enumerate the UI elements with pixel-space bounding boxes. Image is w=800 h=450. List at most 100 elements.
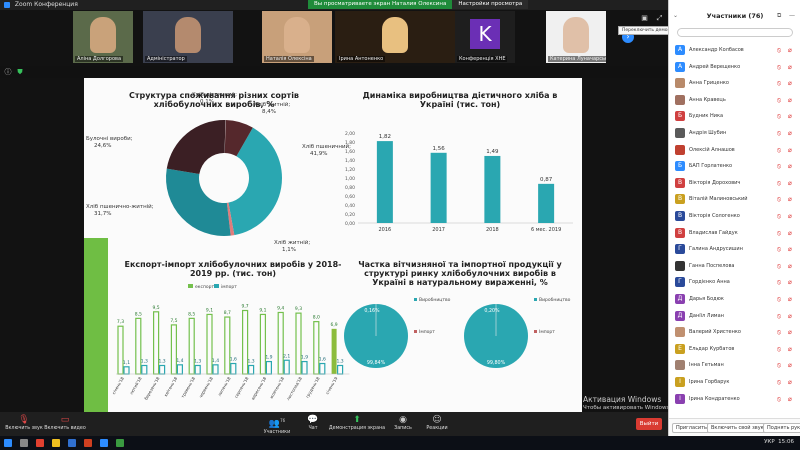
leave-meeting-button[interactable]: Выйти [636,418,662,430]
export-value-label: 8,5 [188,311,195,317]
participant-avatar [675,260,685,271]
participant-row[interactable]: В Вікторія Дорохович ⦸ ⌀ [669,175,800,192]
video-off-icon: ⌀ [788,278,792,287]
search-icon[interactable] [20,439,28,447]
video-tile[interactable]: Наталія Олексіна [262,11,332,63]
popout-panel-icon[interactable]: ⧉ [777,12,781,20]
diet-bread-bar-chart: 0,00 0,20 0,40 0,60 0,80 1,00 1,20 1,40 1,60 1,80… [345,131,573,233]
participant-row[interactable]: Е Ельдар Курбатов ⦸ ⌀ [669,341,800,358]
participant-name: Ірина Горбарук [689,379,730,385]
share-screen-button[interactable]: ⬆ Демонстрация экрана [328,415,386,431]
fullscreen-icon[interactable]: ⤢ [655,14,664,23]
mic-muted-icon: ⦸ [776,62,782,71]
video-tile[interactable]: K Конференція ХНЕ [455,11,515,63]
video-strip: Аліна Долгорова Адміністратор Наталія Олек… [0,10,668,66]
meeting-status-row: ⓘ ⛊ [0,66,668,78]
participant-row[interactable]: В Вікторія Сологенко ⦸ ⌀ [669,208,800,225]
mic-muted-icon: ⦸ [776,245,782,254]
powerpoint-icon[interactable] [84,439,92,447]
video-tile[interactable]: Аліна Долгорова [73,11,133,63]
participant-row[interactable]: І Ірина Горбарук ⦸ ⌀ [669,374,800,391]
presentation-slide: Структура споживання різних сортів хлібо… [84,78,582,412]
participants-button[interactable]: 👥76 Участники [262,415,292,435]
unmute-self-button[interactable]: Включить свой звук [707,423,768,433]
participant-row[interactable]: В Владислав Гайдук ⦸ ⌀ [669,225,800,242]
video-tile[interactable]: Адміністратор [143,11,233,63]
participant-row[interactable]: Г Галина Андрусишин ⦸ ⌀ [669,241,800,258]
participant-avatar [675,78,685,89]
participant-row[interactable]: А Александр Колбасов ⦸ ⌀ [669,42,800,59]
unmute-button[interactable]: 🎙 Включить звук [4,415,44,431]
participant-avatar: Б [675,161,685,172]
slide-accent-bar [84,238,108,412]
participant-row[interactable]: Ганна Поспелова ⦸ ⌀ [669,258,800,275]
excel-icon[interactable] [116,439,124,447]
bar [538,183,555,223]
start-video-button[interactable]: ▭ Включить видео [44,415,86,431]
participant-row[interactable]: Анна Гриценко ⦸ ⌀ [669,75,800,92]
pie-value: 0,1% [200,99,214,105]
raise-hand-button[interactable]: Поднять руку [763,423,800,433]
video-tile[interactable]: Катерина Луначарська [546,11,606,63]
participant-row[interactable]: Валерий Христенко ⦸ ⌀ [669,324,800,341]
participant-row[interactable]: Б БАП Горлатенко ⦸ ⌀ [669,158,800,175]
invite-button[interactable]: Пригласить [672,423,711,433]
chat-button[interactable]: 💬 Чат [302,415,324,431]
video-off-icon: ⌀ [788,195,792,204]
participant-search-input[interactable] [677,28,793,37]
participant-row[interactable]: Олексій Алнашов ⦸ ⌀ [669,142,800,159]
participant-row[interactable]: Інна Гетьман ⦸ ⌀ [669,357,800,374]
export-bar [331,328,337,374]
clock[interactable]: 15:06 [778,439,794,445]
participant-avatar [675,94,685,105]
participant-name: Вікторія Дорохович [689,179,741,186]
info-icon[interactable]: ⓘ [4,68,12,76]
participants-panel: ⌄ Участники (76) ⧉ — А Александр Колбасов… [668,0,800,436]
pie-value: 24,6% [94,143,111,149]
word-icon[interactable] [68,439,76,447]
video-off-icon: ⌀ [788,112,792,121]
participant-row[interactable]: А Андрей Верещенко ⦸ ⌀ [669,59,800,76]
y-tick-label: 1,20 [345,167,355,173]
participant-avatar: K [470,19,500,49]
participant-row[interactable]: Г Гордієнко Анна ⦸ ⌀ [669,274,800,291]
camera-off-icon: ▭ [60,415,70,425]
y-tick-label: 1,80 [345,140,355,146]
start-menu-icon[interactable] [4,439,12,447]
video-tile-name: Катерина Луначарська [548,56,606,62]
y-tick-label: 0,00 [345,221,355,227]
participant-row[interactable]: Д Даніїл Лиман ⦸ ⌀ [669,308,800,325]
participant-row[interactable]: І Ірина Кондратенко ⦸ ⌀ [669,391,800,408]
x-tick-label: листопад'18 [285,376,303,402]
export-value-label: 7,3 [117,319,124,325]
reactions-button[interactable]: ☺ Реакции [422,415,452,431]
mic-muted-icon: ⦸ [776,178,782,187]
participant-row[interactable]: Андрія Шубин ⦸ ⌀ [669,125,800,142]
opera-icon[interactable] [36,439,44,447]
participant-row[interactable]: Б Будник Ника ⦸ ⌀ [669,108,800,125]
video-tile[interactable]: Ірина Антоненко [335,11,455,63]
legend-swatch [414,330,417,333]
participant-name: Олексій Алнашов [689,146,735,153]
video-off-icon: ⌀ [788,344,792,353]
x-tick-label: жовтень'18 [269,376,286,400]
participant-name: Валерий Христенко [689,329,741,336]
mic-muted-icon: ⦸ [776,112,782,121]
participant-row[interactable]: Д Дарья Бодюк ⦸ ⌀ [669,291,800,308]
language-indicator[interactable]: УКР [764,439,775,445]
encryption-shield-icon[interactable]: ⛊ [16,68,24,76]
folder-icon[interactable] [52,439,60,447]
x-tick-label: липень'18 [217,376,232,397]
participant-row[interactable]: Анна Кравець ⦸ ⌀ [669,92,800,109]
zoom-taskbar-icon[interactable] [100,439,108,447]
shared-screen: Структура споживання різних сортів хлібо… [0,78,668,412]
swap-view-icon[interactable]: ▣ [640,14,649,23]
view-options-button[interactable]: Настройки просмотра [452,0,529,9]
y-tick-label: 0,20 [345,212,355,218]
participant-video [563,17,589,53]
minimize-panel-icon[interactable]: — [789,12,795,19]
share-top-value: 0,16% [364,308,380,314]
participant-row[interactable]: В Віталій Малиновський ⦸ ⌀ [669,191,800,208]
record-button[interactable]: ◉ Запись [390,415,416,431]
y-tick-label: 2,00 [345,131,355,137]
